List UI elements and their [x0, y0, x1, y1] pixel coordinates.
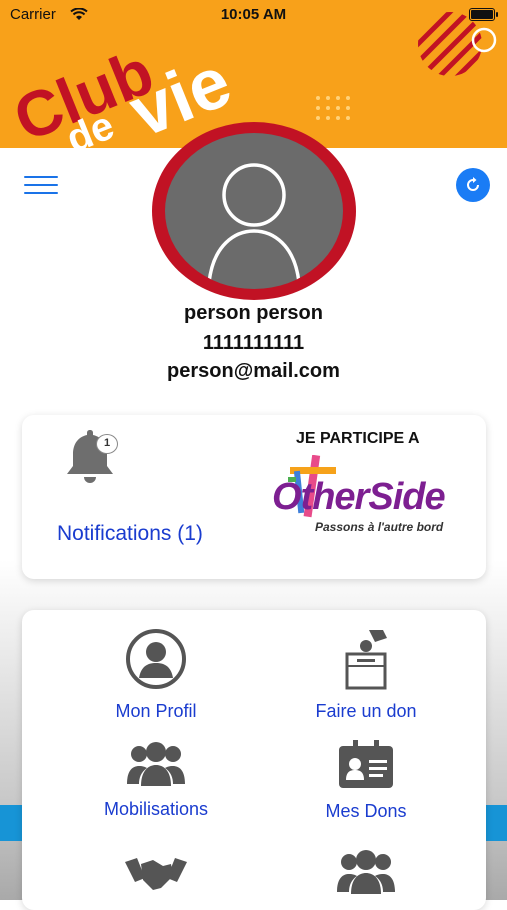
- menu-item-faire-un-don[interactable]: Faire un don: [250, 626, 482, 722]
- battery-icon: [469, 8, 498, 21]
- group-icon: [127, 742, 185, 786]
- hamburger-icon: [24, 176, 58, 178]
- handshake-icon: [125, 858, 187, 890]
- donation-box-icon: [345, 630, 387, 690]
- notifications-link[interactable]: Notifications (1): [57, 522, 203, 546]
- status-bar: Carrier 10:05 AM: [0, 0, 507, 30]
- otherside-tagline: Passons à l'autre bord: [315, 520, 444, 534]
- user-avatar-icon: [207, 163, 301, 284]
- menu-item-label: Faire un don: [315, 701, 417, 721]
- menu-button[interactable]: [24, 176, 58, 198]
- profile-name: person person: [184, 302, 323, 324]
- clock: 10:05 AM: [220, 6, 287, 23]
- profile-phone: 1111111111: [202, 332, 305, 354]
- group-icon: [337, 850, 395, 894]
- menu-item-label: Mes Dons: [325, 801, 407, 821]
- id-card-icon: [339, 740, 393, 788]
- profile-avatar[interactable]: [152, 122, 356, 300]
- menu-item-mes-dons[interactable]: Mes Dons: [250, 738, 482, 822]
- menu-item-partenariats[interactable]: [40, 850, 272, 909]
- menu-item-mon-profil[interactable]: Mon Profil: [40, 628, 272, 722]
- notification-badge: 1: [96, 434, 118, 454]
- menu-item-groupes[interactable]: [250, 848, 482, 907]
- profile-email: person@mail.com: [167, 360, 340, 382]
- refresh-icon: [467, 177, 479, 191]
- participation-heading: JE PARTICIPE A: [296, 430, 420, 447]
- menu-item-mobilisations[interactable]: Mobilisations: [40, 740, 272, 820]
- menu-item-label: Mobilisations: [103, 799, 209, 819]
- menu-item-label: Mon Profil: [115, 701, 197, 721]
- otherside-logo-text[interactable]: OtherSide: [272, 476, 446, 519]
- profile-icon: [126, 629, 186, 689]
- refresh-button[interactable]: [456, 168, 490, 202]
